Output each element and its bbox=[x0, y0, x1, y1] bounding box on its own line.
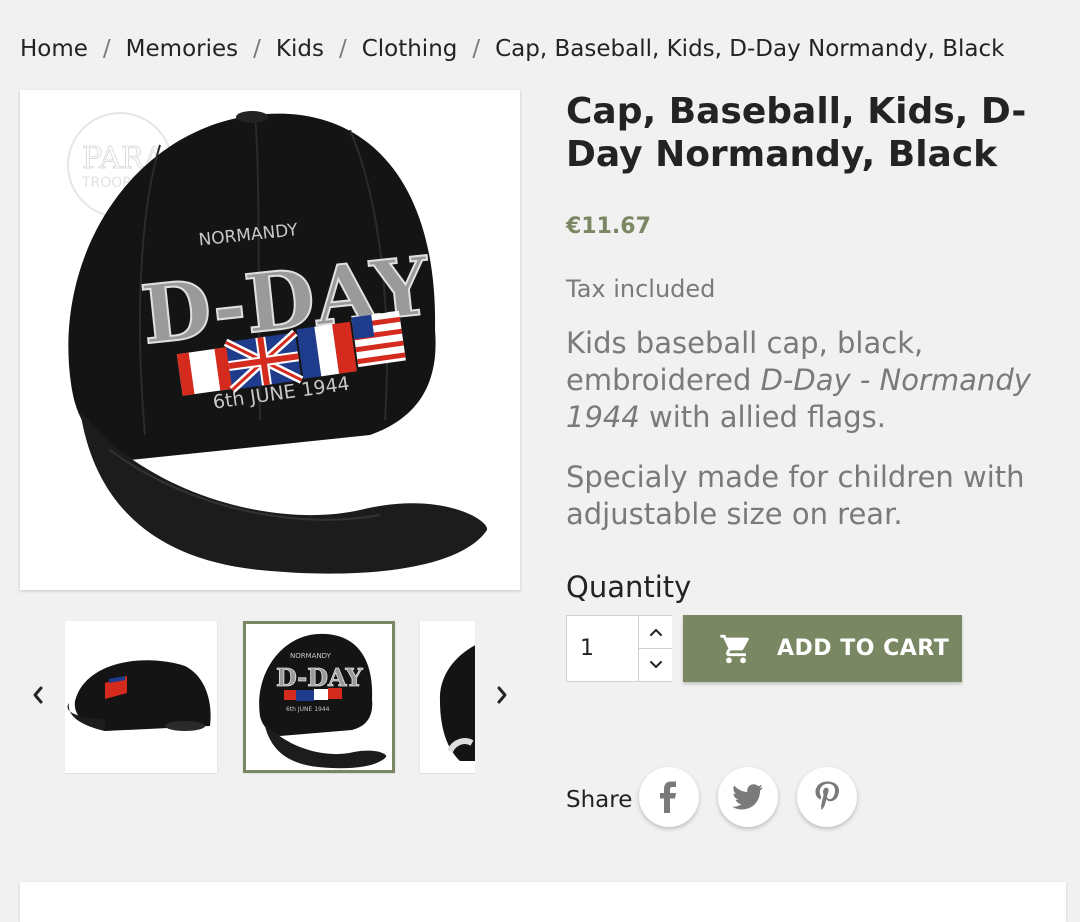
chevron-down-icon bbox=[649, 661, 662, 669]
breadcrumb-clothing[interactable]: Clothing bbox=[362, 36, 458, 62]
description-text: with allied flags. bbox=[639, 400, 886, 434]
product-description: Kids baseball cap, black, embroidered D-… bbox=[566, 325, 1066, 436]
product-price: €11.67 bbox=[566, 214, 651, 239]
breadcrumb-separator: / bbox=[338, 36, 347, 62]
svg-text:6th JUNE 1944: 6th JUNE 1944 bbox=[286, 706, 330, 713]
twitter-icon bbox=[732, 784, 763, 810]
thumbnail-strip: NORMANDY D-DAY 6th JUNE 1944 bbox=[65, 620, 475, 774]
thumbnail-item[interactable] bbox=[420, 621, 475, 773]
cap-front-thumbnail: NORMANDY D-DAY 6th JUNE 1944 bbox=[259, 633, 387, 769]
share-label: Share bbox=[566, 787, 633, 813]
breadcrumb-current: Cap, Baseball, Kids, D-Day Normandy, Bla… bbox=[495, 36, 1005, 62]
tax-note: Tax included bbox=[566, 275, 716, 303]
product-title: Cap, Baseball, Kids, D-Day Normandy, Bla… bbox=[566, 91, 1027, 175]
pinterest-icon bbox=[815, 781, 839, 810]
share-pinterest-button[interactable] bbox=[797, 767, 857, 827]
share-facebook-button[interactable] bbox=[639, 767, 699, 827]
cap-front-illustration: PARA TROOPER NORMANDY D-DAY 6th JUNE 194… bbox=[67, 111, 488, 574]
add-to-cart-button[interactable]: ADD TO CART bbox=[683, 615, 962, 682]
thumbnail-next-button[interactable] bbox=[487, 680, 517, 710]
breadcrumb-home[interactable]: Home bbox=[20, 36, 88, 62]
quantity-label: Quantity bbox=[566, 570, 692, 604]
thumbnail-prev-button[interactable] bbox=[23, 680, 53, 710]
breadcrumb-memories[interactable]: Memories bbox=[126, 36, 238, 62]
thumbnail-item[interactable] bbox=[65, 621, 217, 773]
quantity-increase-button[interactable] bbox=[638, 616, 672, 649]
breadcrumb-kids[interactable]: Kids bbox=[276, 36, 324, 62]
breadcrumb: Home / Memories / Kids / Clothing / Cap,… bbox=[20, 36, 1004, 62]
cap-side-thumbnail bbox=[67, 660, 211, 731]
breadcrumb-separator: / bbox=[253, 36, 261, 62]
share-twitter-button[interactable] bbox=[718, 767, 778, 827]
svg-text:NORMANDY: NORMANDY bbox=[290, 652, 332, 660]
breadcrumb-separator: / bbox=[472, 36, 481, 62]
chevron-up-icon bbox=[649, 628, 662, 636]
thumbnail-item-selected[interactable]: NORMANDY D-DAY 6th JUNE 1944 bbox=[243, 621, 395, 773]
breadcrumb-separator: / bbox=[102, 36, 111, 62]
product-details-card bbox=[20, 882, 1066, 922]
add-to-cart-label: ADD TO CART bbox=[777, 636, 950, 661]
product-main-image[interactable]: PARA TROOPER NORMANDY D-DAY 6th JUNE 194… bbox=[20, 90, 520, 590]
svg-text:D-DAY: D-DAY bbox=[276, 663, 363, 692]
chevron-left-icon bbox=[33, 686, 43, 704]
chevron-right-icon bbox=[497, 686, 507, 704]
facebook-icon bbox=[660, 781, 676, 813]
quantity-decrease-button[interactable] bbox=[638, 649, 672, 681]
product-description-2: Specialy made for children with adjustab… bbox=[566, 460, 1025, 531]
cart-icon bbox=[720, 634, 749, 663]
cap-back-thumbnail bbox=[439, 645, 475, 761]
quantity-stepper bbox=[566, 615, 672, 682]
quantity-input[interactable] bbox=[567, 616, 637, 681]
